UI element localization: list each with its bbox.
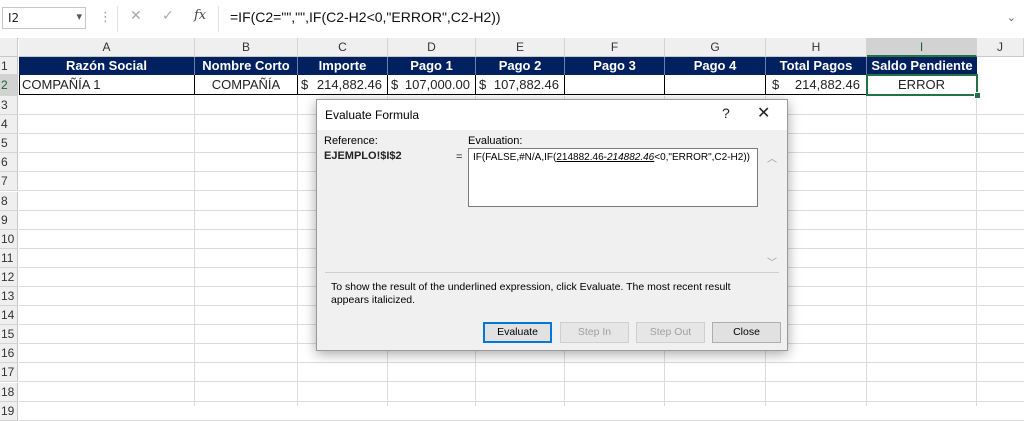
row-header-19[interactable]: 19 [0, 401, 18, 421]
name-box[interactable]: I2 ▾ [2, 7, 86, 29]
header-nombre-corto[interactable]: Nombre Corto [195, 57, 298, 75]
evaluate-formula-dialog: Evaluate Formula ? ✕ Reference: EJEMPLO!… [316, 99, 788, 351]
evaluate-button[interactable]: Evaluate [483, 322, 552, 343]
header-pago-4[interactable]: Pago 4 [665, 57, 766, 75]
header-total-pagos[interactable]: Total Pagos [766, 57, 867, 75]
gridline [297, 96, 298, 406]
select-all-corner[interactable] [0, 38, 18, 57]
header-razon-social[interactable]: Razón Social [19, 57, 195, 75]
evaluation-field[interactable]: IF(FALSE,#N/A,IF(214882.46-214882.46<0,"… [468, 148, 758, 207]
row-header-12[interactable]: 12 [0, 267, 18, 287]
cell-value: 214,882.46 [316, 77, 382, 92]
cell-value: 107,882.46 [493, 77, 559, 92]
gridline [19, 419, 1024, 421]
column-header-a[interactable]: A [19, 38, 195, 57]
row-header-13[interactable]: 13 [0, 287, 18, 306]
row-header-8[interactable]: 8 [0, 191, 18, 211]
cell-pago-3[interactable] [565, 75, 665, 95]
row-header-17[interactable]: 17 [0, 363, 18, 383]
fill-handle[interactable] [974, 92, 981, 99]
chevron-down-icon[interactable]: ▾ [76, 10, 82, 23]
help-icon[interactable]: ? [722, 105, 730, 121]
gridline [194, 96, 195, 406]
row-header-18[interactable]: 18 [0, 382, 18, 402]
header-importe[interactable]: Importe [298, 57, 388, 75]
currency-symbol: $ [301, 77, 309, 92]
evaluation-label: Evaluation: [468, 135, 523, 147]
close-icon[interactable]: ✕ [757, 103, 770, 123]
dialog-divider [325, 272, 779, 273]
cell-importe[interactable]: $ 214,882.46 [298, 75, 388, 95]
row-header-16[interactable]: 16 [0, 344, 18, 364]
reference-value: EJEMPLO!$I$2 [324, 150, 402, 162]
cell-razon-social[interactable]: COMPAÑÍA 1 [19, 75, 195, 95]
column-header-b[interactable]: B [195, 38, 298, 57]
cell-value: 107,000.00 [404, 77, 470, 92]
row-header-11[interactable]: 11 [0, 248, 18, 268]
evaluation-scrollbar[interactable]: ︿ ﹀ [765, 148, 780, 269]
chevron-down-icon[interactable]: ﹀ [767, 254, 777, 269]
step-out-button[interactable]: Step Out [636, 322, 705, 343]
formula-bar: I2 ▾ ⋮ ✕ ✓ fx =IF(C2="","",IF(C2-H2<0,"E… [0, 0, 1024, 39]
row-header-3[interactable]: 3 [0, 96, 18, 115]
column-header-h[interactable]: H [766, 38, 867, 57]
equals-sign: = [456, 151, 463, 163]
dialog-hint-text: To show the result of the underlined exp… [331, 281, 731, 306]
row-header-14[interactable]: 14 [0, 306, 18, 326]
row-header-4[interactable]: 4 [0, 115, 18, 135]
chevron-up-icon[interactable]: ︿ [767, 150, 777, 165]
step-in-button[interactable]: Step In [560, 322, 629, 343]
currency-symbol: $ [391, 77, 399, 92]
dialog-title: Evaluate Formula [325, 108, 420, 122]
gridline [866, 96, 867, 406]
cell-total-pagos[interactable]: $ 214,882.46 [766, 75, 867, 95]
gridline [19, 362, 1024, 364]
header-pago-3[interactable]: Pago 3 [565, 57, 665, 75]
name-box-value: I2 [8, 11, 20, 25]
insert-function-icon[interactable]: fx [194, 8, 206, 23]
close-button[interactable]: Close [712, 322, 781, 343]
active-cell-border [866, 74, 978, 96]
column-header-c[interactable]: C [298, 38, 388, 57]
row-header-9[interactable]: 9 [0, 210, 18, 230]
column-header-d[interactable]: D [388, 38, 476, 57]
dialog-titlebar[interactable]: Evaluate Formula ? ✕ [317, 100, 787, 130]
row-header-6[interactable]: 6 [0, 153, 18, 173]
vertical-dots-icon[interactable]: ⋮ [99, 10, 112, 25]
chevron-down-icon[interactable]: ⌄ [1007, 11, 1016, 24]
header-pago-1[interactable]: Pago 1 [388, 57, 476, 75]
row-header-10[interactable]: 10 [0, 229, 18, 249]
cell-pago-4[interactable] [665, 75, 766, 95]
column-header-j[interactable]: J [977, 38, 1024, 57]
gridline [19, 400, 1024, 402]
cell-value: 214,882.46 [794, 77, 860, 92]
row-header-7[interactable]: 7 [0, 172, 18, 192]
row-header-5[interactable]: 5 [0, 134, 18, 154]
gridline [976, 96, 977, 406]
row-header-1[interactable]: 1 [0, 57, 18, 75]
header-saldo-pendiente[interactable]: Saldo Pendiente [867, 57, 977, 75]
column-header-f[interactable]: F [565, 38, 665, 57]
column-header-i[interactable]: I [867, 38, 977, 57]
formula-input[interactable]: =IF(C2="","",IF(C2-H2<0,"ERROR",C2-H2)) [230, 9, 501, 25]
cell-pago-1[interactable]: $ 107,000.00 [388, 75, 476, 95]
evaluation-text: IF(FALSE,#N/A,IF(214882.46-214882.46<0,"… [473, 152, 750, 163]
reference-label: Reference: [324, 135, 378, 147]
cell-pago-2[interactable]: $ 107,882.46 [476, 75, 565, 95]
gridline [19, 381, 1024, 383]
cell-nombre-corto[interactable]: COMPAÑÍA [195, 75, 298, 95]
column-header-g[interactable]: G [665, 38, 766, 57]
row-header-2[interactable]: 2 [0, 75, 18, 96]
column-header-e[interactable]: E [476, 38, 565, 57]
header-pago-2[interactable]: Pago 2 [476, 57, 565, 75]
currency-symbol: $ [772, 77, 780, 92]
checkmark-icon[interactable]: ✓ [162, 8, 174, 24]
close-icon[interactable]: ✕ [130, 8, 142, 24]
formula-bar-divider [117, 6, 118, 32]
currency-symbol: $ [479, 77, 487, 92]
row-header-15[interactable]: 15 [0, 325, 18, 345]
formula-bar-divider [218, 6, 219, 32]
